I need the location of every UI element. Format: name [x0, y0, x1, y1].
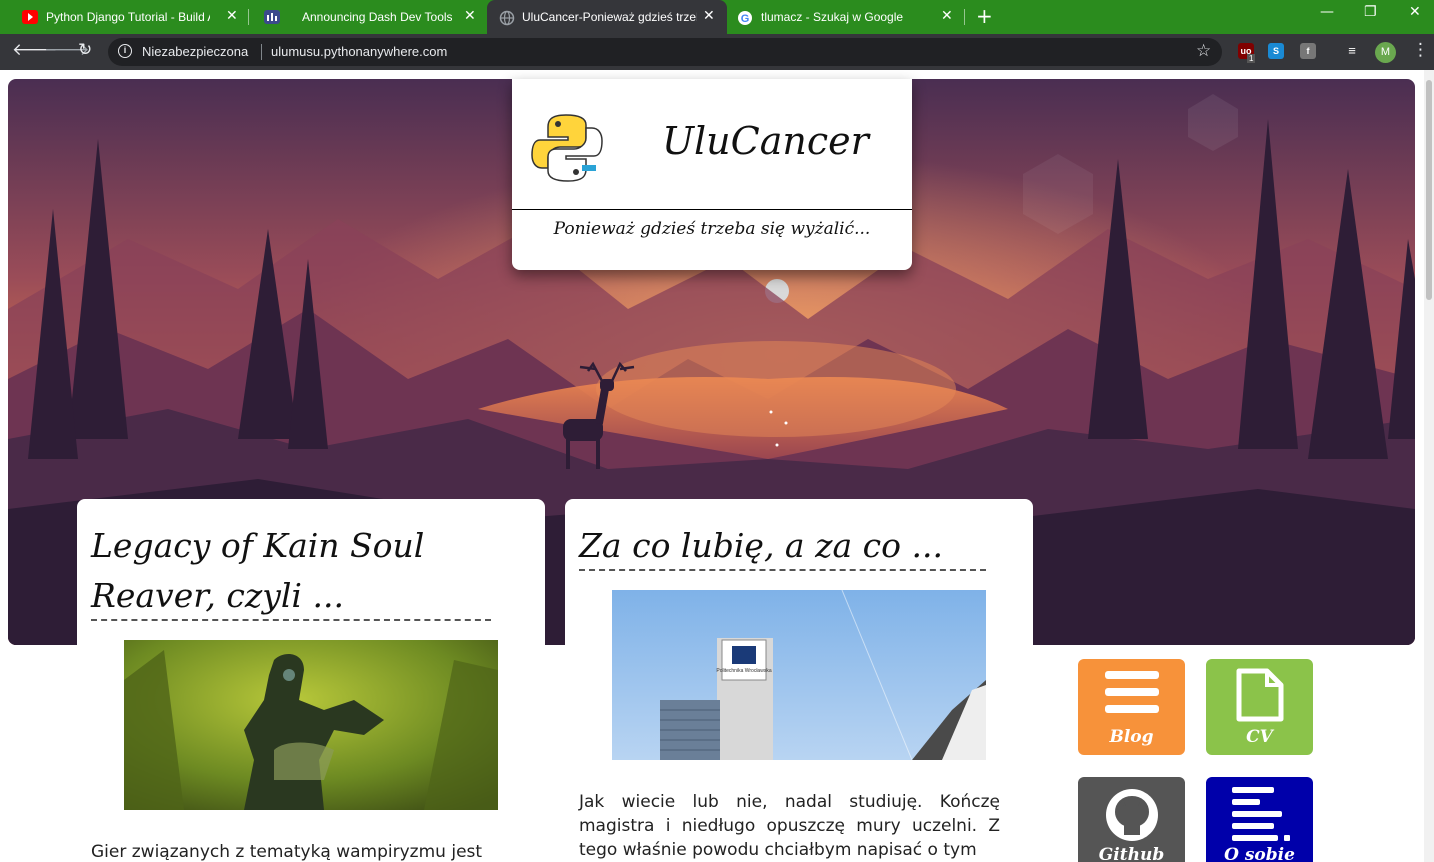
new-tab-icon[interactable]: +: [976, 4, 993, 28]
menu-icon: [1105, 671, 1159, 719]
document-icon: [1235, 667, 1285, 727]
tab-python-django[interactable]: Python Django Tutorial - Build A ✕: [8, 0, 244, 34]
extension-badge: 1: [1247, 54, 1256, 63]
tab-google-search[interactable]: G tlumacz - Szukaj w Google ✕: [727, 0, 963, 34]
tab-title: Announcing Dash Dev Tools: [302, 10, 452, 24]
scrollbar-thumb[interactable]: [1426, 80, 1432, 300]
url-text[interactable]: ulumusu.pythonanywhere.com: [271, 44, 447, 59]
omnibox-divider: [261, 44, 262, 60]
skype-icon[interactable]: S: [1268, 43, 1284, 59]
tab-title: Python Django Tutorial - Build A: [46, 10, 210, 24]
reload-icon[interactable]: ↻: [78, 40, 92, 60]
post-image[interactable]: Politechnika Wrocławska: [612, 590, 986, 760]
python-logo-icon[interactable]: [530, 111, 604, 189]
close-tab-icon[interactable]: ✕: [703, 7, 715, 24]
tab-dash-dev-tools[interactable]: Announcing Dash Dev Tools ✕: [250, 0, 486, 34]
nav-tile-label: O sobie: [1224, 845, 1295, 862]
svg-text:G: G: [741, 13, 750, 25]
address-bar[interactable]: i Niezabezpieczona ulumusu.pythonanywher…: [108, 38, 1222, 66]
media-queue-icon[interactable]: ≡: [1344, 43, 1360, 59]
youtube-icon: [22, 10, 38, 24]
nav-tile-o-sobie[interactable]: O sobie: [1206, 777, 1313, 862]
globe-icon: [499, 10, 515, 26]
nav-tile-label: CV: [1246, 727, 1273, 747]
close-tab-icon[interactable]: ✕: [941, 7, 953, 24]
post-excerpt: Gier związanych z tematyką wampiryzmu je…: [91, 842, 483, 862]
tab-ulucancer[interactable]: UluCancer-Ponieważ gdzieś trzeb ✕: [487, 0, 727, 34]
github-icon: [1104, 787, 1160, 847]
nav-tile-cv[interactable]: CV: [1206, 659, 1313, 755]
page-scrollbar[interactable]: [1424, 70, 1434, 862]
text-lines-icon: [1232, 787, 1290, 845]
nav-tile-label: Blog: [1109, 727, 1154, 747]
window-close-icon[interactable]: ✕: [1409, 4, 1421, 20]
site-header: UluCancer Ponieważ gdzieś trzeba się wyż…: [512, 79, 912, 270]
post-card[interactable]: Za co lubię, a za co ... Politechnika Wr…: [565, 499, 1033, 862]
page-viewport: UluCancer Ponieważ gdzieś trzeba się wyż…: [0, 70, 1424, 862]
post-title[interactable]: Legacy of Kain Soul Reaver, czyli ...: [91, 521, 491, 621]
restore-icon[interactable]: ❐: [1364, 4, 1377, 20]
info-icon[interactable]: i: [118, 44, 132, 58]
post-excerpt: Jak wiecie lub nie, nadal studiuję. Końc…: [579, 792, 1000, 860]
tab-divider: [964, 9, 965, 25]
nav-tile-label: Github: [1098, 845, 1165, 862]
profile-avatar[interactable]: M: [1375, 42, 1396, 63]
close-tab-icon[interactable]: ✕: [226, 7, 238, 24]
minimize-icon[interactable]: —: [1320, 4, 1334, 20]
close-tab-icon[interactable]: ✕: [464, 7, 476, 24]
post-title[interactable]: Za co lubię, a za co ...: [579, 521, 986, 571]
nav-tile-blog[interactable]: Blog: [1078, 659, 1185, 755]
header-divider: [512, 209, 912, 210]
building-sign: Politechnika Wrocławska: [716, 668, 771, 674]
browser-menu-icon[interactable]: ⋮: [1412, 40, 1429, 60]
google-icon: G: [737, 10, 753, 25]
tab-title: UluCancer-Ponieważ gdzieś trzeb: [522, 10, 697, 24]
nav-tile-github[interactable]: Github: [1078, 777, 1185, 862]
tab-title: tlumacz - Szukaj w Google: [761, 10, 904, 24]
post-card[interactable]: Legacy of Kain Soul Reaver, czyli ... Gi…: [77, 499, 545, 862]
tab-strip: Python Django Tutorial - Build A ✕ Annou…: [0, 0, 1434, 34]
tab-divider: [248, 9, 249, 25]
post-image[interactable]: [124, 640, 498, 810]
security-label[interactable]: Niezabezpieczona: [142, 44, 248, 59]
bookmark-star-icon[interactable]: ☆: [1196, 41, 1211, 61]
facebook-icon[interactable]: f: [1300, 43, 1316, 59]
site-tagline: Ponieważ gdzieś trzeba się wyżalić...: [553, 219, 871, 239]
dash-icon: [264, 10, 280, 24]
site-title[interactable]: UluCancer: [662, 119, 869, 163]
browser-toolbar: 🡐 🡒 ↻ i Niezabezpieczona ulumusu.pythona…: [0, 34, 1434, 70]
